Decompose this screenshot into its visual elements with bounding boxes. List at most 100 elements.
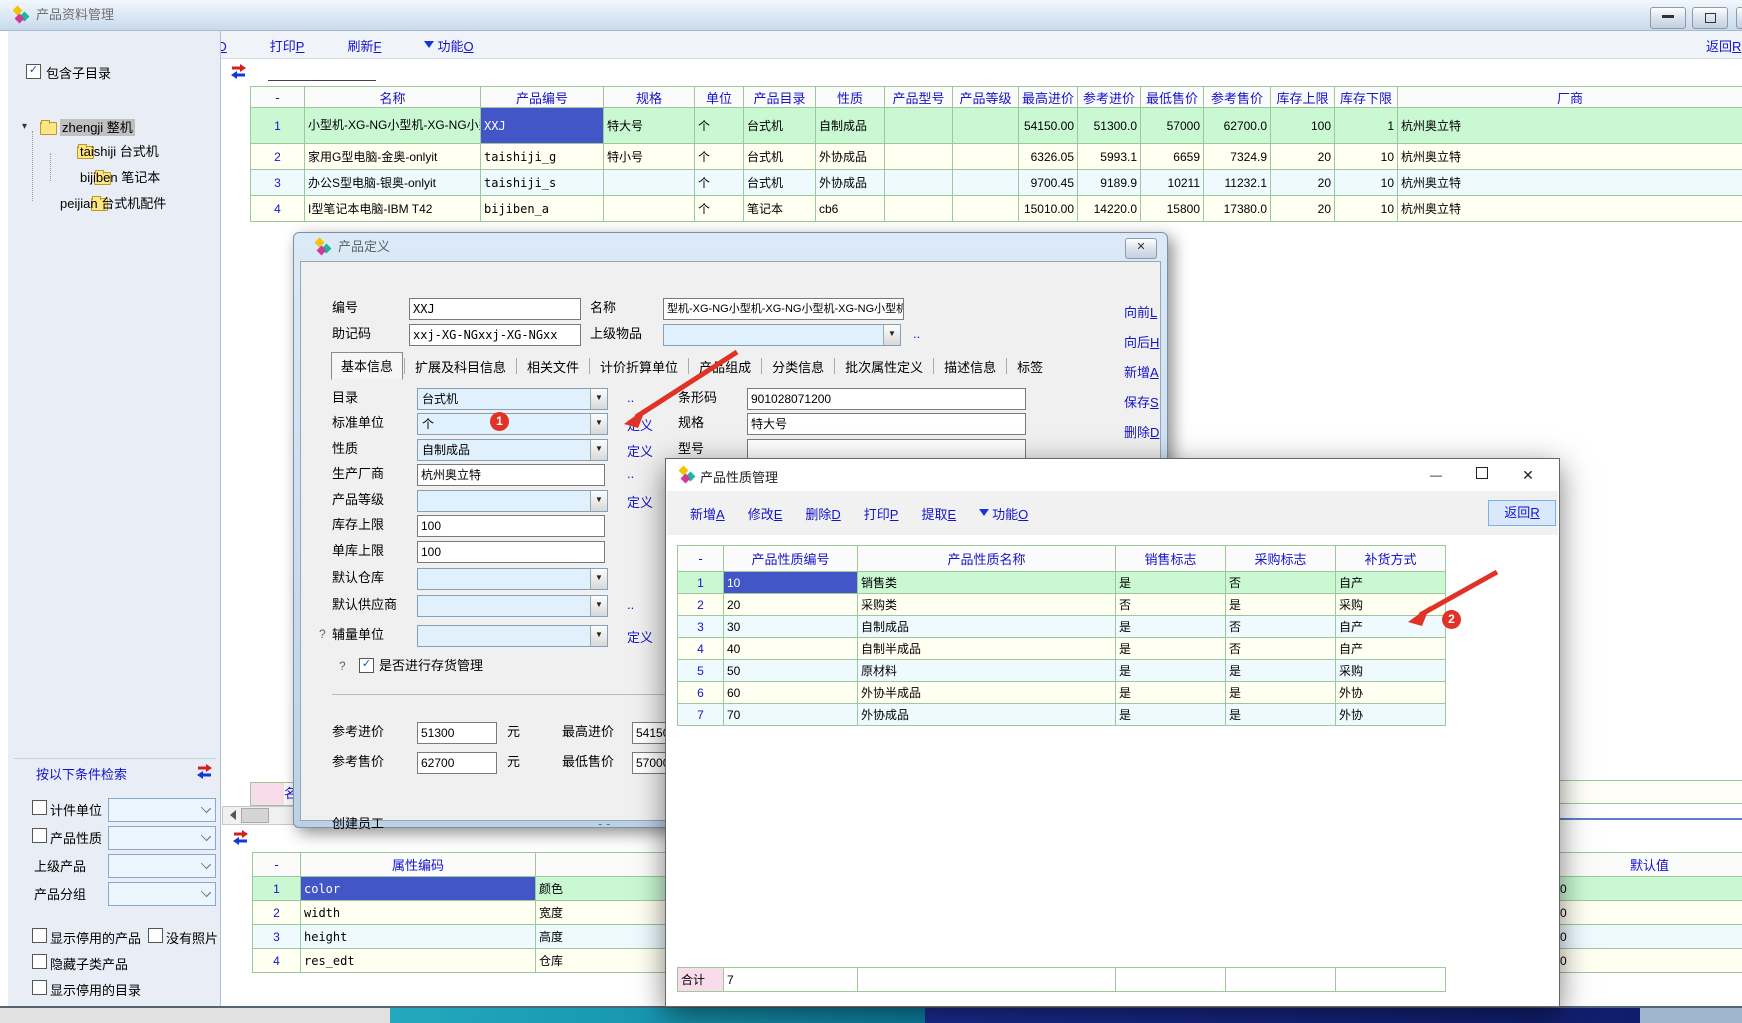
table-row[interactable]: 1小型机-XG-NG小型机-XG-NG小型机-XG-NG小型机-XG-NGXXJ… <box>251 108 1742 144</box>
table-cell[interactable]: 10 <box>1335 196 1398 222</box>
table-cell[interactable]: width <box>301 901 536 925</box>
table-cell[interactable]: 外协 <box>1336 704 1446 726</box>
search-dropdown[interactable] <box>108 854 216 878</box>
table-cell[interactable]: 是 <box>1226 594 1336 616</box>
back-button[interactable]: 返回R <box>1706 36 1741 55</box>
swap-icon[interactable] <box>196 764 213 779</box>
swap-icon[interactable] <box>232 830 249 845</box>
table-cell[interactable]: 否 <box>1226 638 1336 660</box>
maximize-button[interactable] <box>1467 465 1497 485</box>
side-action-1[interactable]: 向前L <box>1124 302 1157 321</box>
column-header[interactable]: 属性编码 <box>301 853 536 877</box>
table-cell[interactable]: 杭州奥立特 <box>1398 108 1742 144</box>
table-cell[interactable]: taishiji_s <box>481 170 604 196</box>
table-cell[interactable]: 0 <box>1557 925 1742 949</box>
dropdown-arrow-icon[interactable]: ▼ <box>590 596 607 616</box>
table-cell[interactable]: 自产 <box>1336 572 1446 594</box>
table-cell[interactable]: 10 <box>1335 144 1398 170</box>
toolbar-item[interactable]: 打印P <box>270 36 305 55</box>
table-cell[interactable]: 57000 <box>1141 108 1204 144</box>
table-cell[interactable]: 自产 <box>1336 616 1446 638</box>
table-cell[interactable]: 9700.45 <box>1019 170 1078 196</box>
table-cell[interactable]: I型笔记本电脑-IBM T42 <box>305 196 481 222</box>
table-cell[interactable]: 7324.9 <box>1204 144 1271 170</box>
option-checkbox[interactable] <box>148 928 163 943</box>
table-cell[interactable]: 采购类 <box>858 594 1116 616</box>
table-cell[interactable]: 2 <box>251 144 305 170</box>
table-cell[interactable]: 50 <box>724 660 858 682</box>
table-cell[interactable]: 销售类 <box>858 572 1116 594</box>
dots-link[interactable]: .. <box>627 597 634 612</box>
table-cell[interactable]: 是 <box>1226 682 1336 704</box>
column-header[interactable]: 性质 <box>816 87 885 108</box>
toolbar-item[interactable]: 刷新F <box>347 36 381 55</box>
table-cell[interactable]: 台式机 <box>744 170 816 196</box>
close-button[interactable]: ✕ <box>1513 465 1543 485</box>
table-row[interactable]: 3办公S型电脑-银奥-onlyittaishiji_s个台式机外协成品9700.… <box>251 170 1742 196</box>
table-cell[interactable]: 采购 <box>1336 594 1446 616</box>
h-scrollbar[interactable] <box>222 806 298 825</box>
table-cell[interactable]: 100 <box>1271 108 1335 144</box>
table-row[interactable]: 660外协半成品是是外协 <box>678 682 1446 704</box>
条形码-input[interactable]: 901028071200 <box>747 388 1026 410</box>
search-dropdown[interactable] <box>108 882 216 906</box>
table-cell[interactable]: 外协成品 <box>816 144 885 170</box>
table-cell[interactable]: 14220.0 <box>1078 196 1141 222</box>
table-cell[interactable]: 1 <box>1335 108 1398 144</box>
table-cell[interactable]: 是 <box>1116 572 1226 594</box>
stock-management-checkbox[interactable]: ✓ <box>359 658 374 673</box>
table-row[interactable]: 440自制半成品是否自产 <box>678 638 1446 660</box>
性质-select[interactable]: 自制成品▼ <box>417 439 608 461</box>
table-cell[interactable]: 是 <box>1116 682 1226 704</box>
minimize-button[interactable]: — <box>1421 465 1451 485</box>
table-cell[interactable]: 个 <box>695 196 744 222</box>
option-checkbox[interactable] <box>32 954 47 969</box>
table-cell[interactable] <box>604 196 695 222</box>
table-row[interactable]: 220采购类否是采购 <box>678 594 1446 616</box>
table-cell[interactable]: 原材料 <box>858 660 1116 682</box>
toolbar-item[interactable]: 提取E <box>921 504 956 523</box>
dropdown-arrow-icon[interactable]: ▼ <box>590 626 607 646</box>
column-header[interactable]: - <box>678 546 724 572</box>
table-cell[interactable]: 笔记本 <box>744 196 816 222</box>
search-dropdown[interactable] <box>108 798 216 822</box>
dropdown-arrow-icon[interactable]: ▼ <box>590 414 607 434</box>
back-button[interactable]: 返回R <box>1488 500 1556 526</box>
table-cell[interactable]: 台式机 <box>744 144 816 170</box>
toolbar-item[interactable]: 新增A <box>690 504 725 523</box>
close-button[interactable]: ✕ <box>1736 7 1742 29</box>
table-cell[interactable]: 15010.00 <box>1019 196 1078 222</box>
table-cell[interactable]: 自产 <box>1336 638 1446 660</box>
option-checkbox[interactable] <box>32 980 47 995</box>
table-row[interactable]: 770外协成品是是外协 <box>678 704 1446 726</box>
table-cell[interactable]: 54150.00 <box>1019 108 1078 144</box>
table-cell[interactable]: 1 <box>253 877 301 901</box>
table-cell[interactable]: 1 <box>251 108 305 144</box>
tab-3[interactable]: 相关文件 <box>518 354 588 380</box>
table-cell[interactable]: 0 <box>1557 901 1742 925</box>
toolbar-item[interactable]: 删除D <box>805 504 840 523</box>
table-cell[interactable]: 10 <box>724 572 858 594</box>
column-header[interactable]: 参考售价 <box>1204 87 1271 108</box>
scroll-left-icon[interactable] <box>225 810 236 820</box>
table-cell[interactable]: 2 <box>253 901 301 925</box>
table-cell[interactable]: 2 <box>678 594 724 616</box>
define-link[interactable]: 定义 <box>627 441 653 460</box>
column-header[interactable]: 产品等级 <box>953 87 1019 108</box>
table-row[interactable]: 4I型笔记本电脑-IBM T42bijiben_a个笔记本cb615010.00… <box>251 196 1742 222</box>
table-cell[interactable]: XXJ <box>481 108 604 144</box>
tree-item[interactable]: bijiben 笔记本 <box>80 169 160 186</box>
dropdown-arrow-icon[interactable]: ▼ <box>590 389 607 409</box>
table-cell[interactable]: 4 <box>251 196 305 222</box>
tab-7[interactable]: 批次属性定义 <box>836 354 932 380</box>
column-header[interactable]: 库存下限 <box>1335 87 1398 108</box>
生产厂商-input[interactable]: 杭州奥立特 <box>417 464 605 486</box>
table-cell[interactable]: 个 <box>695 108 744 144</box>
table-cell[interactable]: 15800 <box>1141 196 1204 222</box>
table-cell[interactable]: 5993.1 <box>1078 144 1141 170</box>
table-cell[interactable] <box>953 108 1019 144</box>
table-cell[interactable]: bijiben_a <box>481 196 604 222</box>
scrollbar-thumb[interactable] <box>241 808 269 823</box>
table-cell[interactable] <box>953 196 1019 222</box>
table-cell[interactable]: 20 <box>1271 170 1335 196</box>
